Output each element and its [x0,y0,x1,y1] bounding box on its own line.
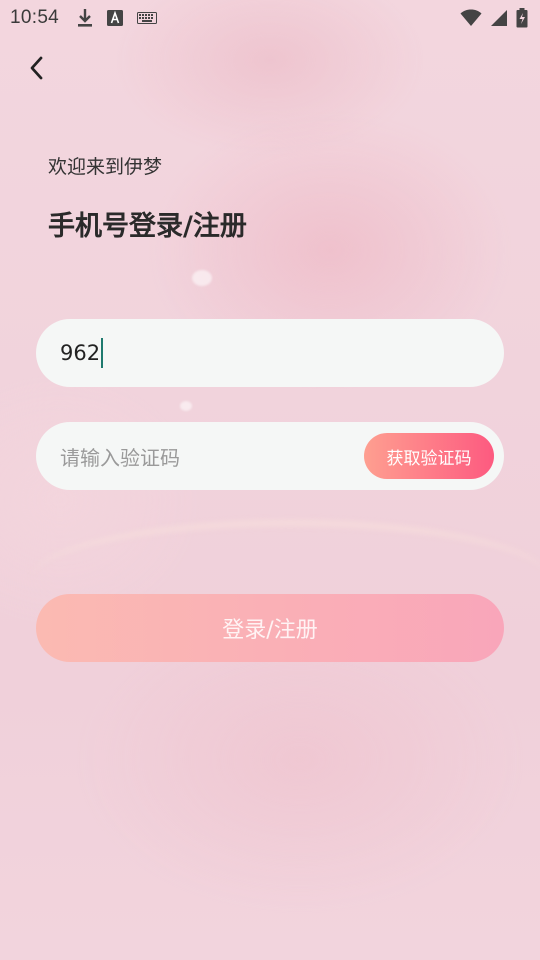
text-a-icon [107,10,124,26]
welcome-text: 欢迎来到伊梦 [48,156,163,178]
keyboard-icon [137,12,158,24]
text-caret [101,338,104,368]
status-right-icons [460,8,528,28]
wifi-icon [460,9,482,27]
phone-number-text: 962 [60,341,101,365]
battery-charging-icon [516,8,528,28]
status-left-icons [77,8,158,28]
verification-code-placeholder: 请输入验证码 [60,445,180,470]
signal-icon [490,9,508,27]
verification-code-input[interactable]: 请输入验证码 获取验证码 [36,422,504,490]
login-register-button[interactable]: 登录/注册 [36,594,504,662]
background-bubble [192,270,212,286]
get-code-button[interactable]: 获取验证码 [364,433,494,479]
phone-input[interactable]: 962 [36,319,504,387]
page-title: 手机号登录/注册 [48,211,247,242]
background-bubble [180,401,192,411]
back-button[interactable] [20,54,52,86]
download-icon [77,8,93,28]
status-bar: 10:54 [0,0,540,36]
status-time: 10:54 [10,7,60,28]
phone-input-value[interactable]: 962 [60,338,104,368]
chevron-left-icon [27,55,45,85]
